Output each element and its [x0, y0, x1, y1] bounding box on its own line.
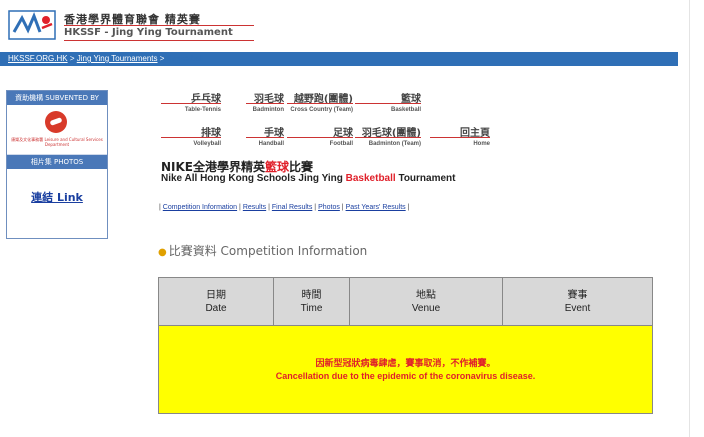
sport-nav-rule — [161, 137, 221, 138]
header-date-zh: 日期 — [206, 289, 226, 301]
sport-nav-label-en: Cross Country (Team) — [290, 107, 353, 113]
breadcrumb-separator: > — [159, 54, 165, 63]
breadcrumb: HKSSF.ORG.HK > Jing Ying Tournaments > B… — [0, 52, 678, 66]
sport-nav-label-en: Table-Tennis — [184, 107, 221, 113]
lcsd-logo-icon — [45, 111, 67, 133]
header-time-zh: 時間 — [301, 289, 322, 301]
subnav-results-link[interactable]: Results — [243, 204, 266, 211]
site-title-zh: 香港學界體育聯會 精英賽 — [64, 13, 201, 26]
header-event-en: Event — [564, 302, 591, 314]
subvented-by-heading: 資助機構 SUBVENTED BY — [7, 91, 107, 105]
breadcrumb-home-link[interactable]: HKSSF.ORG.HK — [8, 54, 68, 63]
sport-nav-item[interactable]: 乒乓球 Table-Tennis — [161, 90, 221, 113]
sport-nav-rule — [355, 103, 421, 104]
header-venue: 地點 Venue — [349, 277, 503, 326]
bullet-icon: ● — [158, 247, 167, 258]
header-date-en: Date — [205, 302, 227, 314]
event-title-en-sport: Basketball — [345, 173, 396, 184]
subnav-competition-info-link[interactable]: Competition Information — [163, 204, 237, 211]
header-time-en: Time — [300, 302, 323, 314]
breadcrumb-separator: > — [69, 54, 75, 63]
sport-nav-label-en: Handball — [258, 141, 284, 147]
event-title-zh-prefix: NIKE全港學界精英 — [161, 160, 266, 174]
sport-nav-label-en: Home — [473, 141, 490, 147]
site-header: 香港學界體育聯會 精英賽 HKSSF - Jing Ying Tournamen… — [8, 6, 254, 42]
header-event-zh: 賽事 — [567, 289, 588, 301]
hkssf-logo-icon — [8, 10, 56, 40]
table-row: 因新型冠狀病毒肆虐，賽事取消，不作補賽。 Cancellation due to… — [158, 325, 653, 414]
sport-nav-item[interactable]: 越野跑(團體) Cross Country (Team) — [287, 90, 353, 113]
sport-nav-item[interactable]: 籃球 Basketball — [355, 90, 421, 113]
sport-nav-item[interactable]: 手球 Handball — [246, 124, 284, 147]
sport-nav-rule — [161, 103, 221, 104]
sport-nav-label-en: Badminton (Team) — [368, 141, 421, 147]
link-button[interactable]: 連結 Link — [7, 189, 107, 205]
sport-nav-item[interactable]: 羽毛球 Badminton — [246, 90, 284, 113]
sport-nav-rule — [355, 137, 421, 138]
cancellation-notice-zh: 因新型冠狀病毒肆虐，賽事取消，不作補賽。 — [315, 357, 496, 368]
sport-nav-label-en: Volleyball — [193, 141, 221, 147]
section-heading: ● 比賽資料 Competition Information — [158, 242, 367, 259]
header-time: 時間 Time — [273, 277, 350, 326]
event-title-zh-sport: 籃球 — [265, 160, 290, 174]
section-heading-text: 比賽資料 Competition Information — [168, 244, 368, 258]
sport-nav-item[interactable]: 回主頁 Home — [430, 124, 490, 147]
breadcrumb-current: Basketball — [166, 54, 204, 63]
event-title-zh-suffix: 比賽 — [289, 160, 314, 174]
lcsd-logo[interactable]: 康樂及文化事務署 Leisure and Cultural Services D… — [7, 105, 107, 155]
header-date: 日期 Date — [158, 277, 274, 326]
header-event: 賽事 Event — [502, 277, 653, 326]
sport-nav-rule — [430, 137, 490, 138]
event-subnav: | Competition Information | Results | Fi… — [159, 204, 410, 211]
page-edge — [689, 0, 690, 437]
subnav-photos-link[interactable]: Photos — [318, 204, 340, 211]
site-title-en: HKSSF - Jing Ying Tournament — [64, 27, 233, 38]
photos-link[interactable]: 相片集 PHOTOS — [7, 155, 107, 169]
header-venue-zh: 地點 — [416, 289, 436, 301]
sidebar: 資助機構 SUBVENTED BY 康樂及文化事務署 Leisure and C… — [6, 90, 108, 239]
sport-nav-label-en: Football — [329, 141, 353, 147]
breadcrumb-section-link[interactable]: Jing Ying Tournaments — [77, 54, 158, 63]
sport-nav-rule — [246, 103, 284, 104]
sport-nav-rule — [287, 137, 353, 138]
event-title-en: Nike All Hong Kong Schools Jing Ying Bas… — [161, 173, 456, 184]
sport-nav-label-en: Basketball — [390, 107, 421, 113]
sport-nav-label-en: Badminton — [252, 107, 284, 113]
title-rule-bottom — [64, 40, 254, 41]
sport-nav-rule — [246, 137, 284, 138]
cancellation-notice: 因新型冠狀病毒肆虐，賽事取消，不作補賽。 Cancellation due to… — [158, 325, 653, 414]
table-header-row: 日期 Date 時間 Time 地點 Venue 賽事 Event — [158, 277, 653, 326]
event-title-en-prefix: Nike All Hong Kong Schools Jing Ying — [161, 173, 346, 184]
lcsd-logo-caption: 康樂及文化事務署 Leisure and Cultural Services D… — [11, 137, 103, 147]
sport-nav-item[interactable]: 足球 Football — [287, 124, 353, 147]
competition-table: 日期 Date 時間 Time 地點 Venue 賽事 Event 因新型冠狀病毒肆虐，… — [158, 277, 653, 414]
sport-nav-item[interactable]: 排球 Volleyball — [161, 124, 221, 147]
sport-nav-rule — [287, 103, 353, 104]
cancellation-notice-en: Cancellation due to the epidemic of the … — [275, 370, 536, 381]
event-title-en-suffix: Tournament — [395, 173, 456, 184]
subnav-past-results-link[interactable]: Past Years' Results — [346, 204, 406, 211]
header-venue-en: Venue — [411, 302, 441, 314]
subnav-final-results-link[interactable]: Final Results — [272, 204, 312, 211]
sport-nav-item[interactable]: 羽毛球(團體) Badminton (Team) — [355, 124, 421, 147]
